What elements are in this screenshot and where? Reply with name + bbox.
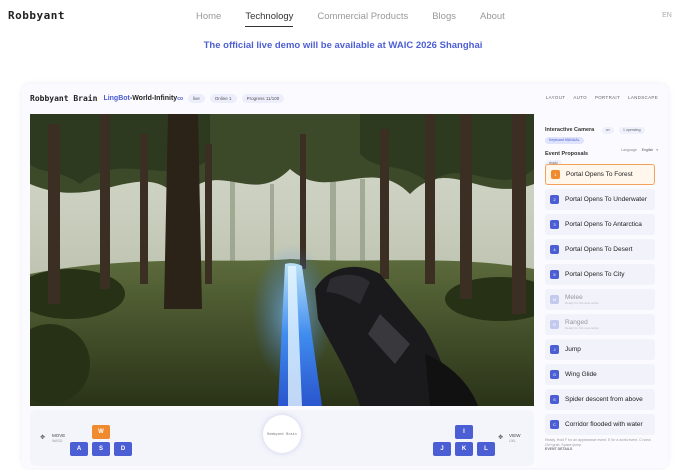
view-label: VIEW IJKL	[509, 433, 521, 443]
camera-pill-on: on	[601, 126, 614, 134]
move-arrow-icon: ✥	[40, 435, 46, 441]
key-d[interactable]: D	[114, 442, 132, 456]
event-label: Jump	[565, 346, 581, 353]
event-number-badge: 2	[550, 195, 559, 204]
event-label: Melee Ready for 3rd-view action	[565, 294, 600, 305]
event-label: Portal Opens To Underwater	[565, 196, 647, 203]
event-label: Corridor flooded with water	[565, 421, 643, 428]
event-proposal-item[interactable]: 1 Portal Opens To Forest	[545, 164, 655, 185]
forest-scene	[30, 114, 534, 406]
status-pill-progress: Progress 11/100	[241, 93, 285, 103]
event-number-badge: J	[550, 345, 559, 354]
nav-about[interactable]: About	[480, 11, 505, 22]
demo-header: Robbyant Brain LingBot-World-Infinityco …	[22, 84, 668, 112]
tab-landscape[interactable]: LANDSCAPE	[628, 95, 658, 100]
language-switch[interactable]: EN	[658, 9, 676, 23]
event-label: Portal Opens To Antarctica	[565, 221, 642, 228]
event-label: Portal Opens To Forest	[566, 171, 633, 178]
key-i[interactable]: I	[455, 425, 473, 439]
brand-logo: Robbyant Brain	[30, 93, 98, 103]
event-proposal-item[interactable]: 2 Portal Opens To Underwater	[545, 189, 655, 210]
nav-home[interactable]: Home	[196, 11, 221, 22]
center-logo: Robbyant Brain	[263, 415, 301, 453]
language-label: Language	[621, 148, 637, 152]
status-pill-online: Online 1	[209, 93, 237, 103]
event-proposal-item[interactable]: R Ranged Ready for 3rd-view action	[545, 314, 655, 335]
event-proposal-item[interactable]: S Spider descent from above	[545, 389, 655, 410]
nav-technology[interactable]: Technology	[245, 11, 294, 27]
event-proposal-item[interactable]: C Corridor flooded with water	[545, 414, 655, 435]
event-number-badge: R	[550, 320, 559, 329]
control-bar: ✥ MOVE WASD W A S D Robbyant Brain I J K…	[30, 410, 534, 466]
language-value: English	[641, 148, 654, 152]
side-panel: Interactive Camera on 1 operating Keyboa…	[544, 114, 662, 466]
event-label: Ranged Ready for 3rd-view action	[565, 319, 600, 330]
announcement-banner: The official live demo will be available…	[203, 40, 483, 51]
tab-auto[interactable]: AUTO	[573, 95, 587, 100]
model-tag: co	[177, 95, 184, 102]
status-pill-live: live	[188, 93, 205, 103]
demo-card: Robbyant Brain LingBot-World-Infinityco …	[22, 84, 668, 468]
move-label: MOVE WASD	[52, 433, 66, 443]
camera-pill-operating: 1 operating	[619, 126, 645, 134]
chevron-down-icon: ▾	[656, 148, 658, 152]
site-logo[interactable]: Robbyant	[8, 9, 65, 22]
model-prefix: LingBot	[103, 94, 130, 102]
event-number-badge: 4	[550, 245, 559, 254]
event-proposal-item[interactable]: G Wing Glide	[545, 364, 655, 385]
nav-commercial-products[interactable]: Commercial Products	[317, 11, 408, 22]
event-number-badge: C	[550, 420, 559, 429]
event-hint: Ready for 3rd-view action	[565, 326, 600, 330]
tab-layout[interactable]: LAYOUT	[546, 95, 565, 100]
tab-portrait[interactable]: PORTRAIT	[595, 95, 620, 100]
event-proposal-item[interactable]: M Melee Ready for 3rd-view action	[545, 289, 655, 310]
model-suffix: -World-Infinity	[129, 94, 178, 102]
event-proposal-item[interactable]: 5 Portal Opens To City	[545, 264, 655, 285]
key-j[interactable]: J	[433, 442, 451, 456]
view-arrow-icon: ✥	[498, 435, 504, 441]
key-l[interactable]: L	[477, 442, 495, 456]
game-viewport[interactable]	[30, 114, 534, 406]
view-tabs: LAYOUT AUTO PORTRAIT LANDSCAPE	[546, 95, 658, 100]
event-number-badge: 5	[550, 270, 559, 279]
nav-blogs[interactable]: Blogs	[432, 11, 456, 22]
event-label: Portal Opens To City	[565, 271, 625, 278]
event-label: Portal Opens To Desert	[565, 246, 633, 253]
event-proposal-item[interactable]: 3 Portal Opens To Antarctica	[545, 214, 655, 235]
event-label: Spider descent from above	[565, 396, 643, 403]
status-footer: Ready. Hold F for an appearance event. E…	[545, 438, 652, 451]
key-k[interactable]: K	[455, 442, 473, 456]
event-number-badge: 3	[550, 220, 559, 229]
key-a[interactable]: A	[70, 442, 88, 456]
event-number-badge: G	[550, 370, 559, 379]
event-proposal-item[interactable]: J Jump	[545, 339, 655, 360]
language-select[interactable]: Language English ▾	[621, 148, 658, 152]
event-hint: Ready for 3rd-view action	[565, 301, 600, 305]
key-s[interactable]: S	[92, 442, 110, 456]
event-number-badge: M	[550, 295, 559, 304]
event-label: Wing Glide	[565, 371, 597, 378]
event-number-badge: 1	[551, 170, 560, 179]
model-name: LingBot-World-Infinityco	[103, 95, 183, 102]
event-number-badge: S	[550, 395, 559, 404]
key-w[interactable]: W	[92, 425, 110, 439]
event-proposal-item[interactable]: 4 Portal Opens To Desert	[545, 239, 655, 260]
site-nav: Home Technology Commercial Products Blog…	[196, 11, 529, 27]
